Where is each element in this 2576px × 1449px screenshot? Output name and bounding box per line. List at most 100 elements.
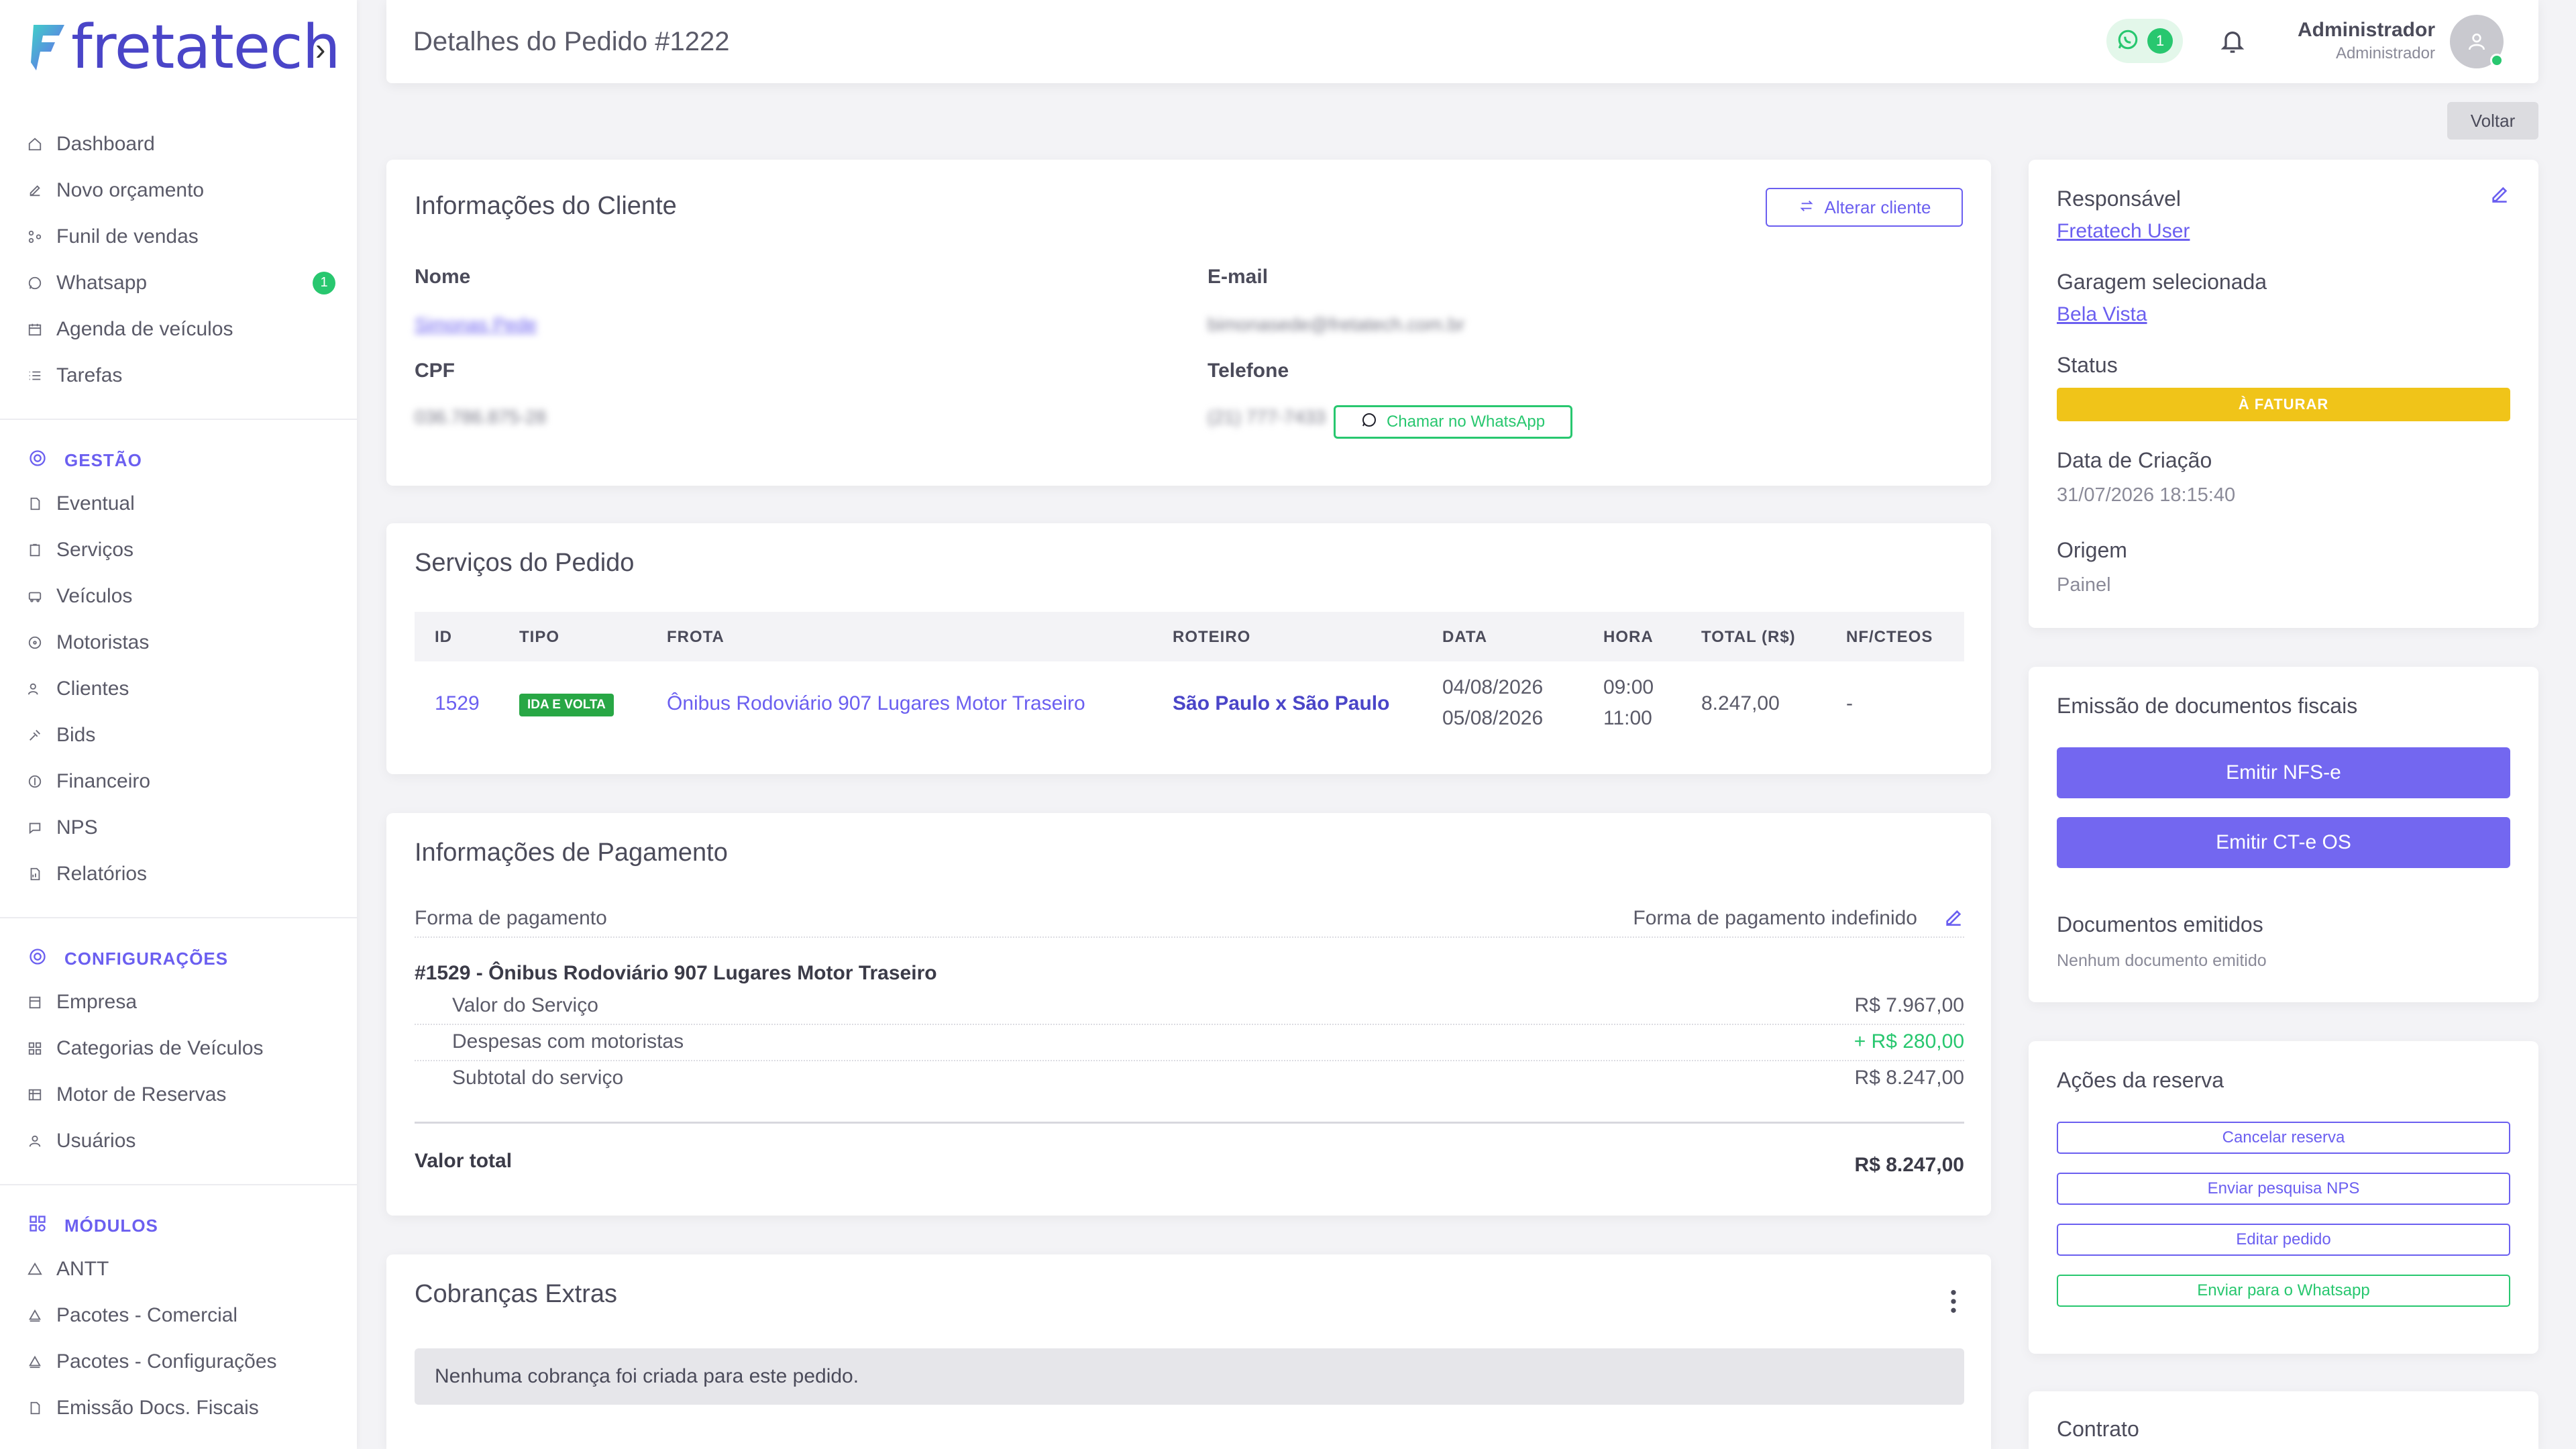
bus-icon [27, 588, 43, 604]
sidebar-item-agenda[interactable]: Agenda de veículos [0, 306, 357, 352]
enviar-nps-button[interactable]: Enviar pesquisa NPS [2057, 1173, 2510, 1205]
sidebar-item-nps[interactable]: NPS [0, 804, 357, 851]
home-icon [27, 136, 43, 152]
nome-label: Nome [415, 266, 471, 288]
building-icon [27, 994, 43, 1010]
email-label: E-mail [1208, 266, 1269, 288]
total-value: 8.247,00 [1701, 692, 1780, 714]
origem-value: Painel [2057, 574, 2111, 596]
sidebar-item-novo-orcamento[interactable]: Novo orçamento [0, 167, 357, 213]
sidebar-item-pacotes-config[interactable]: Pacotes - Configurações [0, 1338, 357, 1385]
funnel-icon [27, 229, 43, 245]
status-label: Status [2057, 353, 2118, 377]
alterar-cliente-button[interactable]: Alterar cliente [1766, 188, 1963, 227]
frota-link[interactable]: Ônibus Rodoviário 907 Lugares Motor Tras… [667, 692, 1085, 715]
sidebar-item-label: Dashboard [56, 132, 155, 155]
user-menu[interactable]: Administrador Administrador [2298, 19, 2435, 63]
sidebar-item-relatorios[interactable]: Relatórios [0, 851, 357, 897]
despesas-label: Despesas com motoristas [452, 1030, 684, 1053]
valor-servico-value: R$ 7.967,00 [1854, 994, 1964, 1016]
data-ida: 04/08/2026 [1442, 676, 1544, 698]
sidebar-item-label: Financeiro [56, 769, 151, 792]
sidebar-item-empresa[interactable]: Empresa [0, 979, 357, 1025]
garagem-link[interactable]: Bela Vista [2057, 303, 2147, 326]
voltar-button[interactable]: Voltar [2447, 102, 2538, 140]
sidebar-item-label: Funil de vendas [56, 225, 199, 248]
sidebar-item-financeiro[interactable]: Financeiro [0, 758, 357, 804]
sidebar-item-label: Veículos [56, 584, 133, 607]
cobrancas-title: Cobranças Extras [415, 1280, 618, 1308]
swap-icon [1798, 197, 1815, 218]
sidebar-item-motor-reservas[interactable]: Motor de Reservas [0, 1071, 357, 1118]
responsavel-card: Responsável Fretatech User Garagem selec… [2029, 160, 2538, 628]
sidebar-item-label: ANTT [56, 1257, 109, 1280]
edit-icon[interactable] [2489, 184, 2510, 209]
cliente-title: Informações do Cliente [415, 192, 677, 220]
sidebar-item-label: Emissão Docs. Fiscais [56, 1396, 259, 1419]
sidebar-item-antt[interactable]: ANTT [0, 1246, 357, 1292]
contrato-title: Contrato [2057, 1417, 2139, 1441]
whatsapp-icon [1361, 412, 1377, 433]
sidebar-item-clientes[interactable]: Clientes [0, 665, 357, 712]
sidebar-item-usuarios[interactable]: Usuários [0, 1118, 357, 1164]
chamar-whatsapp-label: Chamar no WhatsApp [1386, 413, 1546, 431]
sidebar-item-label: Bids [56, 723, 96, 746]
calendar-icon [27, 321, 43, 337]
edit-icon[interactable] [1943, 907, 1964, 934]
criacao-label: Data de Criação [2057, 448, 2212, 472]
servico-id-link[interactable]: 1529 [435, 692, 480, 715]
sidebar-item-pacotes-comercial[interactable]: Pacotes - Comercial [0, 1292, 357, 1338]
emitir-cte-button[interactable]: Emitir CT-e OS [2057, 817, 2510, 868]
bell-icon[interactable] [2219, 27, 2246, 60]
more-vertical-icon[interactable] [1949, 1288, 1957, 1318]
collapse-chevron-icon[interactable]: › [315, 31, 325, 67]
acoes-card: Ações da reserva Cancelar reserva Enviar… [2029, 1041, 2538, 1354]
main-nav: Dashboard Novo orçamento Funil de vendas… [0, 121, 357, 1431]
data-volta: 05/08/2026 [1442, 707, 1544, 729]
telefone-label: Telefone [1208, 360, 1289, 382]
sidebar-item-servicos[interactable]: Serviços [0, 527, 357, 573]
sidebar-item-label: Pacotes - Comercial [56, 1303, 238, 1326]
section-modulos: MÓDULOS [0, 1205, 357, 1246]
modules-icon [28, 1214, 47, 1238]
sidebar-item-tarefas[interactable]: Tarefas [0, 352, 357, 398]
sidebar: fretatech › Dashboard Novo orçamento Fun… [0, 0, 357, 1449]
roteiro-link[interactable]: São Paulo x São Paulo [1173, 692, 1389, 715]
editar-pedido-button[interactable]: Editar pedido [2057, 1224, 2510, 1256]
fiscais-title: Emissão de documentos fiscais [2057, 694, 2358, 718]
cpf-value: 036.786.875-28 [415, 407, 547, 427]
fiscais-card: Emissão de documentos fiscais Emitir NFS… [2029, 667, 2538, 1002]
sidebar-item-dashboard[interactable]: Dashboard [0, 121, 357, 167]
whatsapp-icon [27, 275, 43, 291]
chamar-whatsapp-button[interactable]: Chamar no WhatsApp [1334, 405, 1572, 439]
nome-value[interactable]: Simonas Pede [415, 314, 537, 335]
sidebar-item-label: Novo orçamento [56, 178, 205, 201]
sidebar-item-categorias[interactable]: Categorias de Veículos [0, 1025, 357, 1071]
docs-emitidos-empty: Nenhum documento emitido [2057, 951, 2267, 970]
triangle-icon [27, 1261, 43, 1277]
responsavel-link[interactable]: Fretatech User [2057, 220, 2190, 243]
cancelar-reserva-button[interactable]: Cancelar reserva [2057, 1122, 2510, 1154]
avatar[interactable] [2450, 15, 2504, 68]
divider [415, 1122, 1964, 1124]
sidebar-item-motoristas[interactable]: Motoristas [0, 619, 357, 665]
user-name: Administrador [2297, 19, 2435, 41]
dollar-icon [27, 773, 43, 790]
sidebar-item-bids[interactable]: Bids [0, 712, 357, 758]
origem-label: Origem [2057, 538, 2127, 562]
brand-logo[interactable]: fretatech [30, 17, 341, 78]
emitir-nfse-button[interactable]: Emitir NFS-e [2057, 747, 2510, 798]
sidebar-item-eventual[interactable]: Eventual [0, 480, 357, 527]
enviar-whatsapp-button[interactable]: Enviar para o Whatsapp [2057, 1275, 2510, 1307]
nf-value: - [1846, 692, 1853, 714]
sidebar-item-funil[interactable]: Funil de vendas [0, 213, 357, 260]
hora-volta: 11:00 [1603, 707, 1652, 729]
sidebar-item-label: Pacotes - Configurações [56, 1350, 277, 1373]
sidebar-item-emissao-docs[interactable]: Emissão Docs. Fiscais [0, 1385, 357, 1431]
servicos-table-header: ID TIPO FROTA ROTEIRO DATA HORA TOTAL (R… [415, 612, 1964, 661]
column-header: ROTEIRO [1173, 628, 1251, 646]
whatsapp-notification-button[interactable]: 1 [2106, 19, 2183, 63]
sidebar-item-whatsapp[interactable]: Whatsapp 1 [0, 260, 357, 306]
cobrancas-empty-message: Nenhuma cobrança foi criada para este pe… [415, 1348, 1964, 1405]
sidebar-item-veiculos[interactable]: Veículos [0, 573, 357, 619]
